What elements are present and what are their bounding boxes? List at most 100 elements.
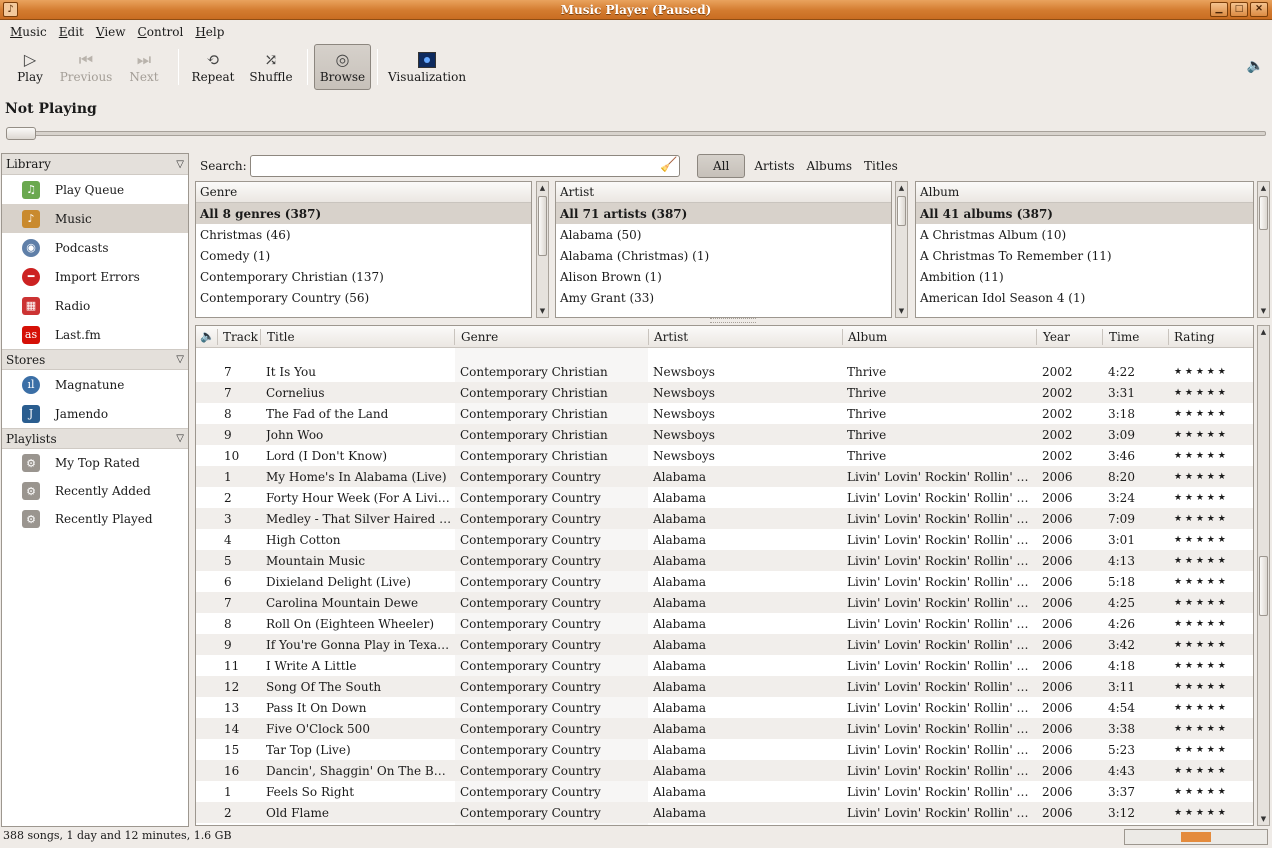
rating-stars[interactable]: ★ ★ ★ ★ ★ [1174,598,1226,608]
table-row[interactable]: 11 I Write A Little Contemporary Country Al… [196,655,1253,676]
list-item[interactable]: Amy Grant (33) [556,287,891,308]
filter-artists-button[interactable]: Artists [748,155,800,177]
menu-edit[interactable]: Edit [53,25,90,39]
chevron-down-icon[interactable]: ▽ [176,354,184,365]
menu-control[interactable]: Control [132,25,190,39]
table-row[interactable]: 3 Medley - That Silver Haired D... Contemp… [196,508,1253,529]
scroll-thumb[interactable] [1259,556,1268,616]
song-list-scrollbar[interactable]: ▲ ▼ [1257,325,1270,826]
table-row[interactable]: 4 High Cotton Contemporary Country Alabama L… [196,529,1253,550]
sidebar-item-recently-added[interactable]: ⚙ Recently Added [2,477,188,505]
seek-handle[interactable] [6,127,36,140]
rating-stars[interactable]: ★ ★ ★ ★ ★ [1174,409,1226,419]
sidebar-item-magnatune[interactable]: ıl Magnatune [2,370,188,399]
table-row[interactable]: 2 Old Flame Contemporary Country Alabama Liv… [196,802,1253,823]
list-item[interactable]: All 71 artists (387) [556,203,891,224]
maximize-button[interactable]: □ [1230,2,1248,17]
menu-music[interactable]: Music [4,25,53,39]
table-row[interactable]: 5 Mountain Music Contemporary Country Alaba… [196,550,1253,571]
sidebar-item-import-errors[interactable]: ━ Import Errors [2,262,188,291]
scroll-up-icon[interactable]: ▲ [537,182,548,194]
pane-resize-handle[interactable] [710,318,756,323]
seek-slider[interactable] [8,131,1266,136]
table-row[interactable]: 13 Pass It On Down Contemporary Country Ala… [196,697,1253,718]
scroll-up-icon[interactable]: ▲ [1258,182,1269,194]
volume-icon[interactable]: 🔈 [1247,58,1264,74]
scroll-up-icon[interactable]: ▲ [1258,326,1269,338]
table-row[interactable]: 8 The Fad of the Land Contemporary Christi… [196,403,1253,424]
rating-stars[interactable]: ★ ★ ★ ★ ★ [1174,472,1226,482]
rating-stars[interactable]: ★ ★ ★ ★ ★ [1174,514,1226,524]
list-item[interactable]: All 8 genres (387) [196,203,531,224]
table-row[interactable]: 1 My Home's In Alabama (Live) Contemporary… [196,466,1253,487]
table-row[interactable]: 2 Forty Hour Week (For A Livin') Contempor… [196,487,1253,508]
table-row[interactable]: 7 Carolina Mountain Dewe Contemporary Coun… [196,592,1253,613]
list-item[interactable]: Alabama (Christmas) (1) [556,245,891,266]
scroll-down-icon[interactable]: ▼ [1258,305,1269,317]
close-button[interactable]: ✕ [1250,2,1268,17]
browse-button[interactable]: ◎ Browse [314,44,371,90]
stores-header[interactable]: Stores ▽ [2,349,188,370]
shuffle-button[interactable]: ⤮ Shuffle [241,44,301,90]
chevron-down-icon[interactable]: ▽ [176,159,184,170]
sidebar-item-recently-played[interactable]: ⚙ Recently Played [2,505,188,533]
table-row[interactable]: 7 It Is You Contemporary Christian Newsboys… [196,361,1253,382]
column-header-track[interactable]: Track [223,330,258,344]
scroll-thumb[interactable] [897,196,906,226]
repeat-button[interactable]: ⟲ Repeat [185,44,241,90]
rating-stars[interactable]: ★ ★ ★ ★ ★ [1174,577,1226,587]
column-header-title[interactable]: Title [267,330,295,344]
scroll-down-icon[interactable]: ▼ [1258,813,1269,825]
artist-column-header[interactable]: Artist [556,182,891,203]
previous-button[interactable]: ⏮ Previous [56,44,116,90]
menu-help[interactable]: Help [189,25,230,39]
album-scrollbar[interactable]: ▲ ▼ [1257,181,1270,318]
column-header-year[interactable]: Year [1043,330,1070,344]
sidebar-item-play-queue[interactable]: ♫ Play Queue [2,175,188,204]
list-item[interactable]: Christmas (46) [196,224,531,245]
table-row[interactable]: 14 Five O'Clock 500 Contemporary Country Al… [196,718,1253,739]
list-item[interactable]: Alison Brown (1) [556,266,891,287]
list-item[interactable]: A Christmas To Remember (11) [916,245,1253,266]
rating-stars[interactable]: ★ ★ ★ ★ ★ [1174,451,1226,461]
sidebar-item-my-top-rated[interactable]: ⚙ My Top Rated [2,449,188,477]
rating-stars[interactable]: ★ ★ ★ ★ ★ [1174,703,1226,713]
filter-all-button[interactable]: All [697,154,746,178]
chevron-down-icon[interactable]: ▽ [176,433,184,444]
column-header-genre[interactable]: Genre [461,330,498,344]
table-row[interactable]: 9 If You're Gonna Play in Texas (... Conte… [196,634,1253,655]
rating-stars[interactable]: ★ ★ ★ ★ ★ [1174,535,1226,545]
artist-scrollbar[interactable]: ▲ ▼ [895,181,908,318]
sidebar-item-podcasts[interactable]: ◉ Podcasts [2,233,188,262]
minimize-button[interactable]: ▁ [1210,2,1228,17]
rating-stars[interactable]: ★ ★ ★ ★ ★ [1174,430,1226,440]
rating-stars[interactable]: ★ ★ ★ ★ ★ [1174,766,1226,776]
list-item[interactable]: Alabama (50) [556,224,891,245]
scroll-thumb[interactable] [1259,196,1268,230]
table-row[interactable]: 9 John Woo Contemporary Christian Newsboys T… [196,424,1253,445]
scroll-up-icon[interactable]: ▲ [896,182,907,194]
visualization-button[interactable]: Visualization [384,44,470,90]
clear-broom-icon[interactable]: 🧹 [660,157,677,173]
rating-stars[interactable]: ★ ★ ★ ★ ★ [1174,556,1226,566]
app-icon[interactable]: ♪ [3,2,18,17]
rating-stars[interactable]: ★ ★ ★ ★ ★ [1174,493,1226,503]
playlists-header[interactable]: Playlists ▽ [2,428,188,449]
column-header-album[interactable]: Album [848,330,887,344]
rating-stars[interactable]: ★ ★ ★ ★ ★ [1174,682,1226,692]
column-header-time[interactable]: Time [1109,330,1139,344]
play-button[interactable]: ▷ Play [4,44,56,90]
next-button[interactable]: ⏭ Next [116,44,172,90]
list-item[interactable]: Comedy (1) [196,245,531,266]
sidebar-item-jamendo[interactable]: J Jamendo [2,399,188,428]
list-item[interactable]: Contemporary Country (56) [196,287,531,308]
column-header-rating[interactable]: Rating [1174,330,1215,344]
genre-column-header[interactable]: Genre [196,182,531,203]
table-row[interactable]: 10 Lord (I Don't Know) Contemporary Christ… [196,445,1253,466]
rating-stars[interactable]: ★ ★ ★ ★ ★ [1174,724,1226,734]
table-row[interactable]: 6 Dixieland Delight (Live) Contemporary Co… [196,571,1253,592]
search-input[interactable] [250,155,680,177]
menu-view[interactable]: View [90,25,132,39]
sidebar-item-lastfm[interactable]: as Last.fm [2,320,188,349]
sidebar-item-music[interactable]: ♪ Music [2,204,188,233]
